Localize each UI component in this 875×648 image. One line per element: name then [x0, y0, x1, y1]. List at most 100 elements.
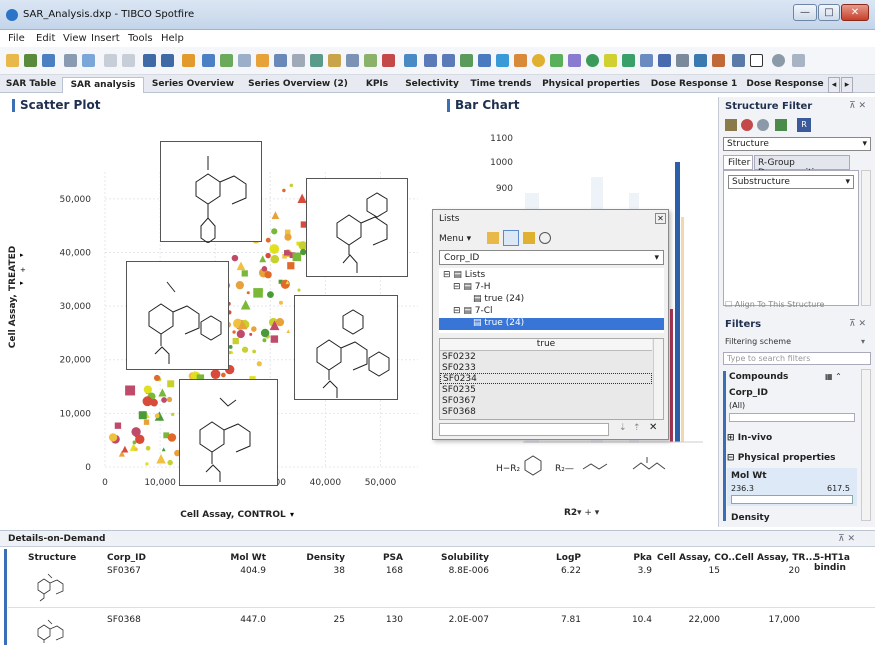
tab-filter[interactable]: Filter — [723, 155, 753, 170]
menu-edit[interactable]: Edit — [36, 33, 55, 44]
cross-table-icon[interactable] — [442, 54, 455, 67]
pin-icon[interactable]: ⊼ ✕ — [849, 101, 866, 111]
clear-structure-icon[interactable] — [741, 119, 753, 131]
col-mol-wt[interactable]: Mol Wt — [210, 553, 266, 563]
box-plot-icon[interactable] — [676, 54, 689, 67]
tab-scroll-left[interactable]: ◂ — [828, 77, 840, 93]
filtering-scheme[interactable]: Filtering scheme — [725, 337, 791, 346]
group-options-icon[interactable]: ▦ ⌃ — [825, 372, 842, 381]
tool-icon[interactable] — [292, 54, 305, 67]
structure-settings-icon[interactable] — [757, 119, 769, 131]
corp-id-scroll[interactable] — [729, 413, 855, 422]
undo-icon[interactable] — [143, 54, 156, 67]
list-item[interactable]: SF0233 — [442, 363, 476, 373]
more-tools-icon[interactable] — [792, 54, 805, 67]
tab-sar-table[interactable]: SAR Table — [2, 77, 60, 93]
tab-series-overview-2[interactable]: Series Overview (2) — [242, 77, 354, 93]
col-cell-assay-control[interactable]: Cell Assay, CO... — [657, 553, 739, 563]
details-icon[interactable] — [220, 54, 233, 67]
combination-chart-icon[interactable] — [514, 54, 527, 67]
structure-filter-icon[interactable] — [775, 119, 787, 131]
filter-physical-properties[interactable]: ⊟ Physical properties — [727, 453, 836, 463]
parallel-coordinates-icon[interactable] — [640, 54, 653, 67]
list-item[interactable]: SF0368 — [442, 407, 476, 417]
list-item[interactable]: SF0232 — [442, 352, 476, 362]
filters-scrollbar[interactable] — [861, 369, 871, 521]
layout-icon[interactable] — [750, 54, 763, 67]
text-area-icon[interactable] — [694, 54, 707, 67]
legend-icon[interactable] — [274, 54, 287, 67]
distribution-icon[interactable] — [712, 54, 725, 67]
tree-node-7cl[interactable]: ⊟ ▤ 7-Cl — [453, 306, 493, 316]
structure-scrollbar[interactable] — [861, 170, 871, 306]
dod-pin-close-icon[interactable]: ⊼ ✕ — [838, 534, 855, 544]
tool3-icon[interactable] — [328, 54, 341, 67]
tree-node-7h[interactable]: ⊟ ▤ 7-H — [453, 282, 491, 292]
menu-help[interactable]: Help — [161, 33, 184, 44]
tab-time-trends[interactable]: Time trends — [466, 77, 536, 93]
move-up-icon[interactable]: ⇡ — [633, 423, 641, 433]
tab-dose-response[interactable]: Dose Response — [744, 77, 826, 93]
filter-group-compounds[interactable]: Compounds — [729, 372, 788, 382]
bookmark-icon[interactable] — [182, 54, 195, 67]
summary-table-icon[interactable] — [658, 54, 671, 67]
export-icon[interactable] — [82, 54, 95, 67]
new-list-icon[interactable] — [487, 232, 499, 244]
paste-icon[interactable] — [122, 54, 135, 67]
maximize-button[interactable]: □ — [818, 4, 840, 21]
menu-file[interactable]: File — [8, 33, 25, 44]
find-icon[interactable] — [503, 230, 519, 246]
print-icon[interactable] — [64, 54, 77, 67]
structure-viewer-icon[interactable] — [732, 54, 745, 67]
treemap-icon[interactable] — [604, 54, 617, 67]
lists-search-input[interactable] — [439, 423, 609, 436]
table-icon[interactable] — [424, 54, 437, 67]
tab-sar-analysis[interactable]: SAR analysis — [62, 77, 144, 93]
align-checkbox[interactable]: ☐ Align To This Structure — [725, 300, 824, 309]
open-icon[interactable] — [6, 54, 19, 67]
tab-r-group-decomposition[interactable]: R-Group Decomposition — [754, 155, 850, 178]
new-page-icon[interactable] — [404, 54, 417, 67]
scheme-arrow-icon[interactable]: ▾ — [861, 337, 865, 346]
tree-leaf-7h-true[interactable]: ▤ true (24) — [473, 294, 524, 304]
folder-icon[interactable] — [523, 232, 535, 244]
lists-menu-button[interactable]: Menu ▾ — [439, 234, 471, 244]
lists-icon[interactable] — [238, 54, 251, 67]
3d-scatter-icon[interactable] — [568, 54, 581, 67]
copy-icon[interactable] — [104, 54, 117, 67]
menu-insert[interactable]: Insert — [91, 33, 120, 44]
filters-pin-icon[interactable]: ⊼ ✕ — [849, 319, 866, 329]
col-logp[interactable]: LogP — [526, 553, 581, 563]
minimize-button[interactable]: — — [793, 4, 817, 21]
menu-view[interactable]: View — [63, 33, 87, 44]
tab-kpis[interactable]: KPIs — [356, 77, 398, 93]
tab-dose-response-1[interactable]: Dose Response 1 — [646, 77, 742, 93]
col-pka[interactable]: Pka — [602, 553, 652, 563]
tool6-icon[interactable] — [382, 54, 395, 67]
col-corp-id[interactable]: Corp_ID — [107, 553, 146, 563]
col-cell-assay-treated[interactable]: Cell Assay, TR... — [735, 553, 816, 563]
menu-tools[interactable]: Tools — [128, 33, 153, 44]
graphical-table-icon[interactable] — [460, 54, 473, 67]
tool4-icon[interactable] — [346, 54, 359, 67]
structure-combo[interactable]: Structure ▾ — [723, 137, 871, 151]
redo-icon[interactable] — [161, 54, 174, 67]
clear-icon[interactable]: ✕ — [649, 422, 657, 433]
tool5-icon[interactable] — [364, 54, 377, 67]
tree-leaf-7cl-true[interactable]: ▤ true (24) — [439, 318, 664, 330]
list-item-focused[interactable]: SF0234 — [440, 373, 652, 384]
lists-combo[interactable]: Corp_ID ▾ — [439, 250, 664, 265]
filter-invivo[interactable]: ⊞ In-vivo — [727, 433, 772, 443]
molwt-range-slider[interactable] — [731, 495, 853, 504]
tags-icon[interactable] — [256, 54, 269, 67]
scatter-plot-icon[interactable] — [550, 54, 563, 67]
add-data-icon[interactable] — [24, 54, 37, 67]
draw-structure-icon[interactable] — [725, 119, 737, 131]
move-down-icon[interactable]: ⇣ — [619, 423, 627, 433]
lists-scrollbar[interactable] — [653, 339, 663, 419]
bar-chart-icon[interactable] — [478, 54, 491, 67]
map-chart-icon[interactable] — [586, 54, 599, 67]
filter-search-input[interactable]: Type to search filters — [723, 352, 871, 365]
col-solubility[interactable]: Solubility — [434, 553, 489, 563]
lists-close-button[interactable]: ✕ — [655, 213, 666, 224]
